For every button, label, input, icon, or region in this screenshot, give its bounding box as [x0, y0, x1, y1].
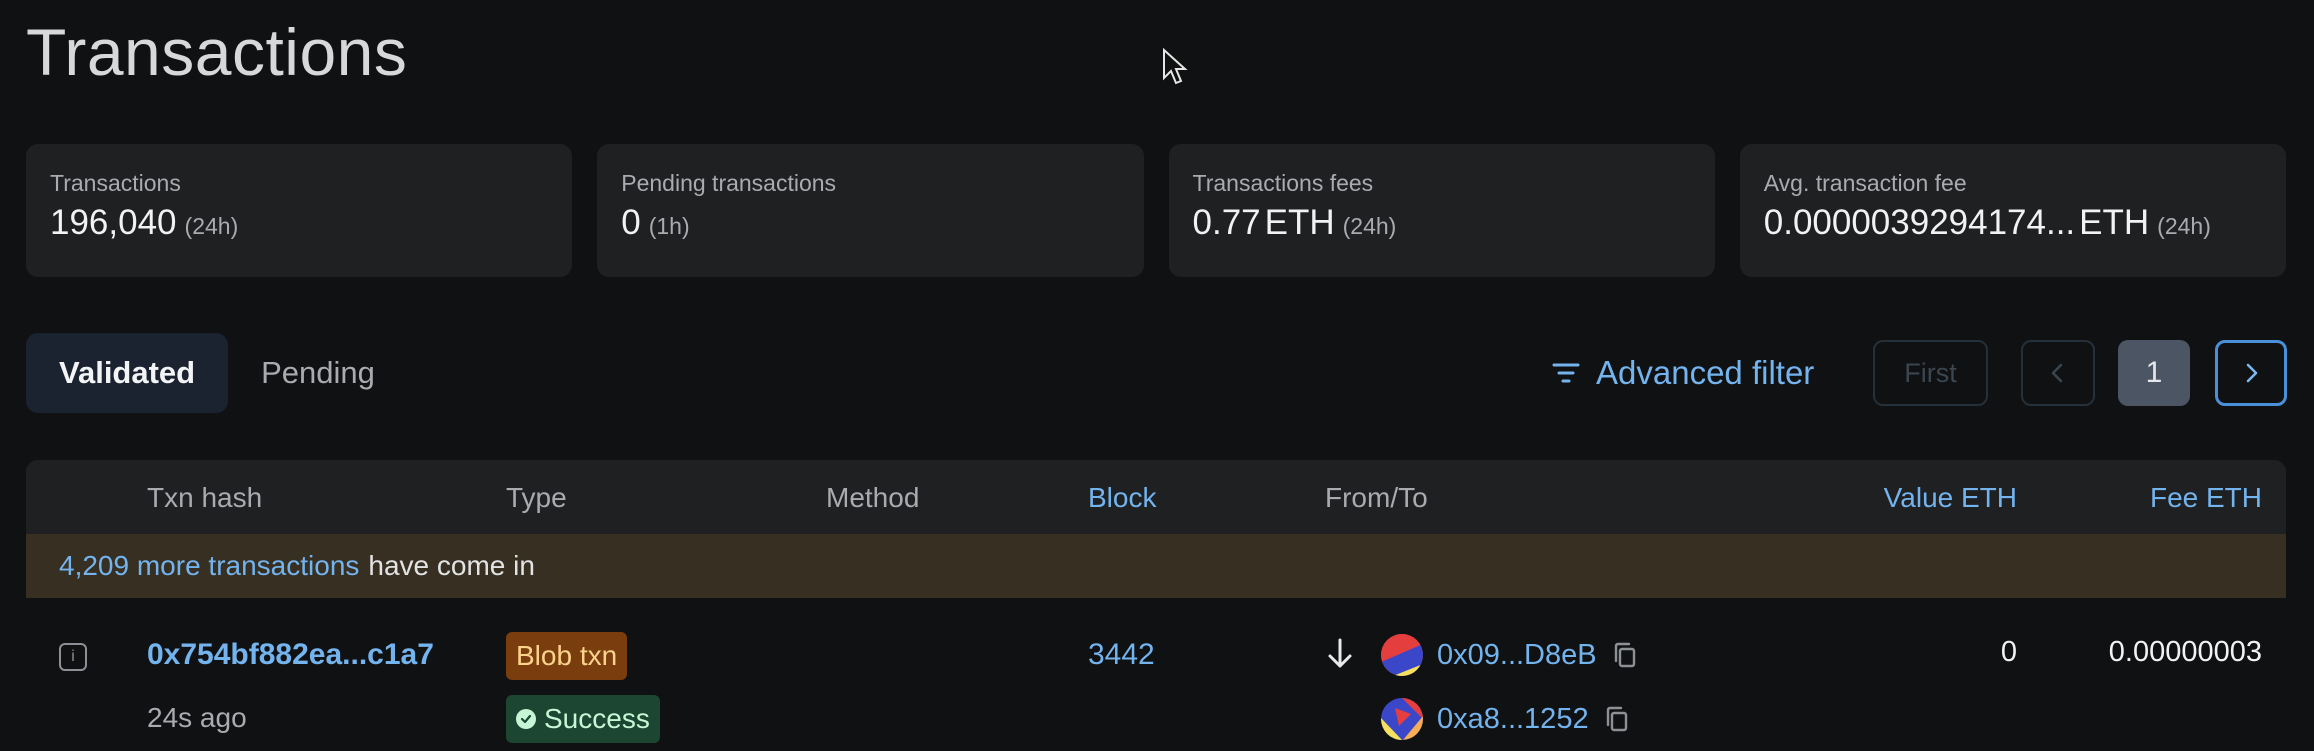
tab-list: Validated Pending — [26, 333, 408, 413]
column-header-type: Type — [506, 482, 567, 513]
stat-card-fees: Transactions fees 0.77 ETH (24h) — [1168, 144, 1715, 277]
stat-value: 0 (1h) — [621, 203, 1119, 243]
check-circle-icon — [516, 709, 536, 729]
pagination-prev-button[interactable] — [2021, 340, 2095, 406]
stat-period: (24h) — [2157, 213, 2211, 239]
advanced-filter-button[interactable]: Advanced filter — [1550, 350, 1814, 396]
column-header-from-to: From/To — [1325, 482, 1428, 513]
stat-label: Transactions — [50, 170, 181, 196]
txn-hash-link[interactable]: 0x754bf882ea...c1a7 — [147, 638, 434, 672]
stat-card-pending: Pending transactions 0 (1h) — [597, 144, 1144, 277]
from-address: 0x09...D8eB — [1381, 634, 1639, 676]
column-header-value[interactable]: Value ETH — [1884, 482, 2017, 514]
new-transactions-link[interactable]: 4,209 more transactions — [59, 550, 359, 582]
avatar — [1381, 634, 1423, 676]
transactions-page: Transactions Transactions 196,040 (24h) P… — [0, 0, 2314, 751]
txn-type-badge: Blob txn — [506, 632, 628, 680]
stat-period: (24h) — [1342, 213, 1397, 239]
stat-label: Pending transactions — [621, 170, 837, 196]
to-address-link[interactable]: 0xa8...1252 — [1437, 703, 1589, 736]
avatar — [1381, 698, 1423, 740]
stat-value: 0.77 ETH (24h) — [1193, 203, 1691, 243]
stat-period: (1h) — [648, 213, 690, 239]
advanced-filter-label: Advanced filter — [1596, 354, 1815, 391]
stat-value: 0.0000039294174... ETH (24h) — [1764, 203, 2262, 243]
chevron-right-icon — [2246, 363, 2258, 383]
column-header-fee[interactable]: Fee ETH — [2150, 482, 2262, 514]
stat-label: Transactions fees — [1192, 170, 1374, 196]
from-address-link[interactable]: 0x09...D8eB — [1437, 639, 1597, 672]
txn-fee: 0.00000003 — [2108, 636, 2262, 668]
tab-pending[interactable]: Pending — [228, 333, 408, 413]
txn-status-label: Success — [544, 703, 650, 734]
block-link[interactable]: 3442 — [1088, 638, 1155, 672]
column-header-method: Method — [826, 482, 920, 513]
stats-bar: Transactions 196,040 (24h) Pending transa… — [26, 144, 2286, 277]
stat-period: (24h) — [184, 213, 239, 239]
table-row: i 0x754bf882ea...c1a7 24s ago Blob txn S… — [26, 598, 2286, 751]
pagination-current-page[interactable]: 1 — [2118, 340, 2190, 406]
stat-value: 196,040 (24h) — [50, 203, 548, 243]
new-transactions-text: have come in — [368, 550, 535, 581]
stat-label: Avg. transaction fee — [1763, 170, 1967, 196]
copy-icon[interactable] — [1611, 641, 1639, 669]
stat-number: 0.77 — [1192, 203, 1261, 242]
stat-card-transactions: Transactions 196,040 (24h) — [26, 144, 573, 277]
arrow-down-icon — [1328, 638, 1352, 668]
txn-status-badge: Success — [506, 695, 660, 743]
filter-icon — [1552, 363, 1580, 383]
chevron-left-icon — [2051, 363, 2063, 383]
new-transactions-banner: 4,209 more transactions have come in — [26, 534, 2286, 598]
pagination-next-button[interactable] — [2215, 340, 2287, 406]
mouse-cursor-icon — [1163, 48, 1188, 85]
column-header-block[interactable]: Block — [1088, 482, 1156, 514]
txn-value: 0 — [2000, 636, 2017, 668]
stat-number: 196,040 — [50, 203, 177, 242]
copy-icon[interactable] — [1603, 705, 1631, 733]
stat-number: 0 — [621, 203, 641, 242]
tab-validated[interactable]: Validated — [26, 333, 229, 413]
stat-unit: ETH — [2079, 203, 2150, 242]
pagination-first-button[interactable]: First — [1873, 340, 1988, 406]
stat-card-avg-fee: Avg. transaction fee 0.0000039294174... E… — [1739, 144, 2286, 277]
info-icon[interactable]: i — [59, 643, 87, 671]
column-header-hash: Txn hash — [147, 482, 263, 513]
stat-number: 0.0000039294174... — [1763, 203, 2076, 242]
table-header: Txn hash Type Method Block From/To Value… — [26, 460, 2286, 534]
txn-age: 24s ago — [147, 702, 247, 733]
stat-unit: ETH — [1264, 203, 1335, 242]
page-title: Transactions — [26, 15, 408, 89]
to-address: 0xa8...1252 — [1381, 698, 1631, 740]
